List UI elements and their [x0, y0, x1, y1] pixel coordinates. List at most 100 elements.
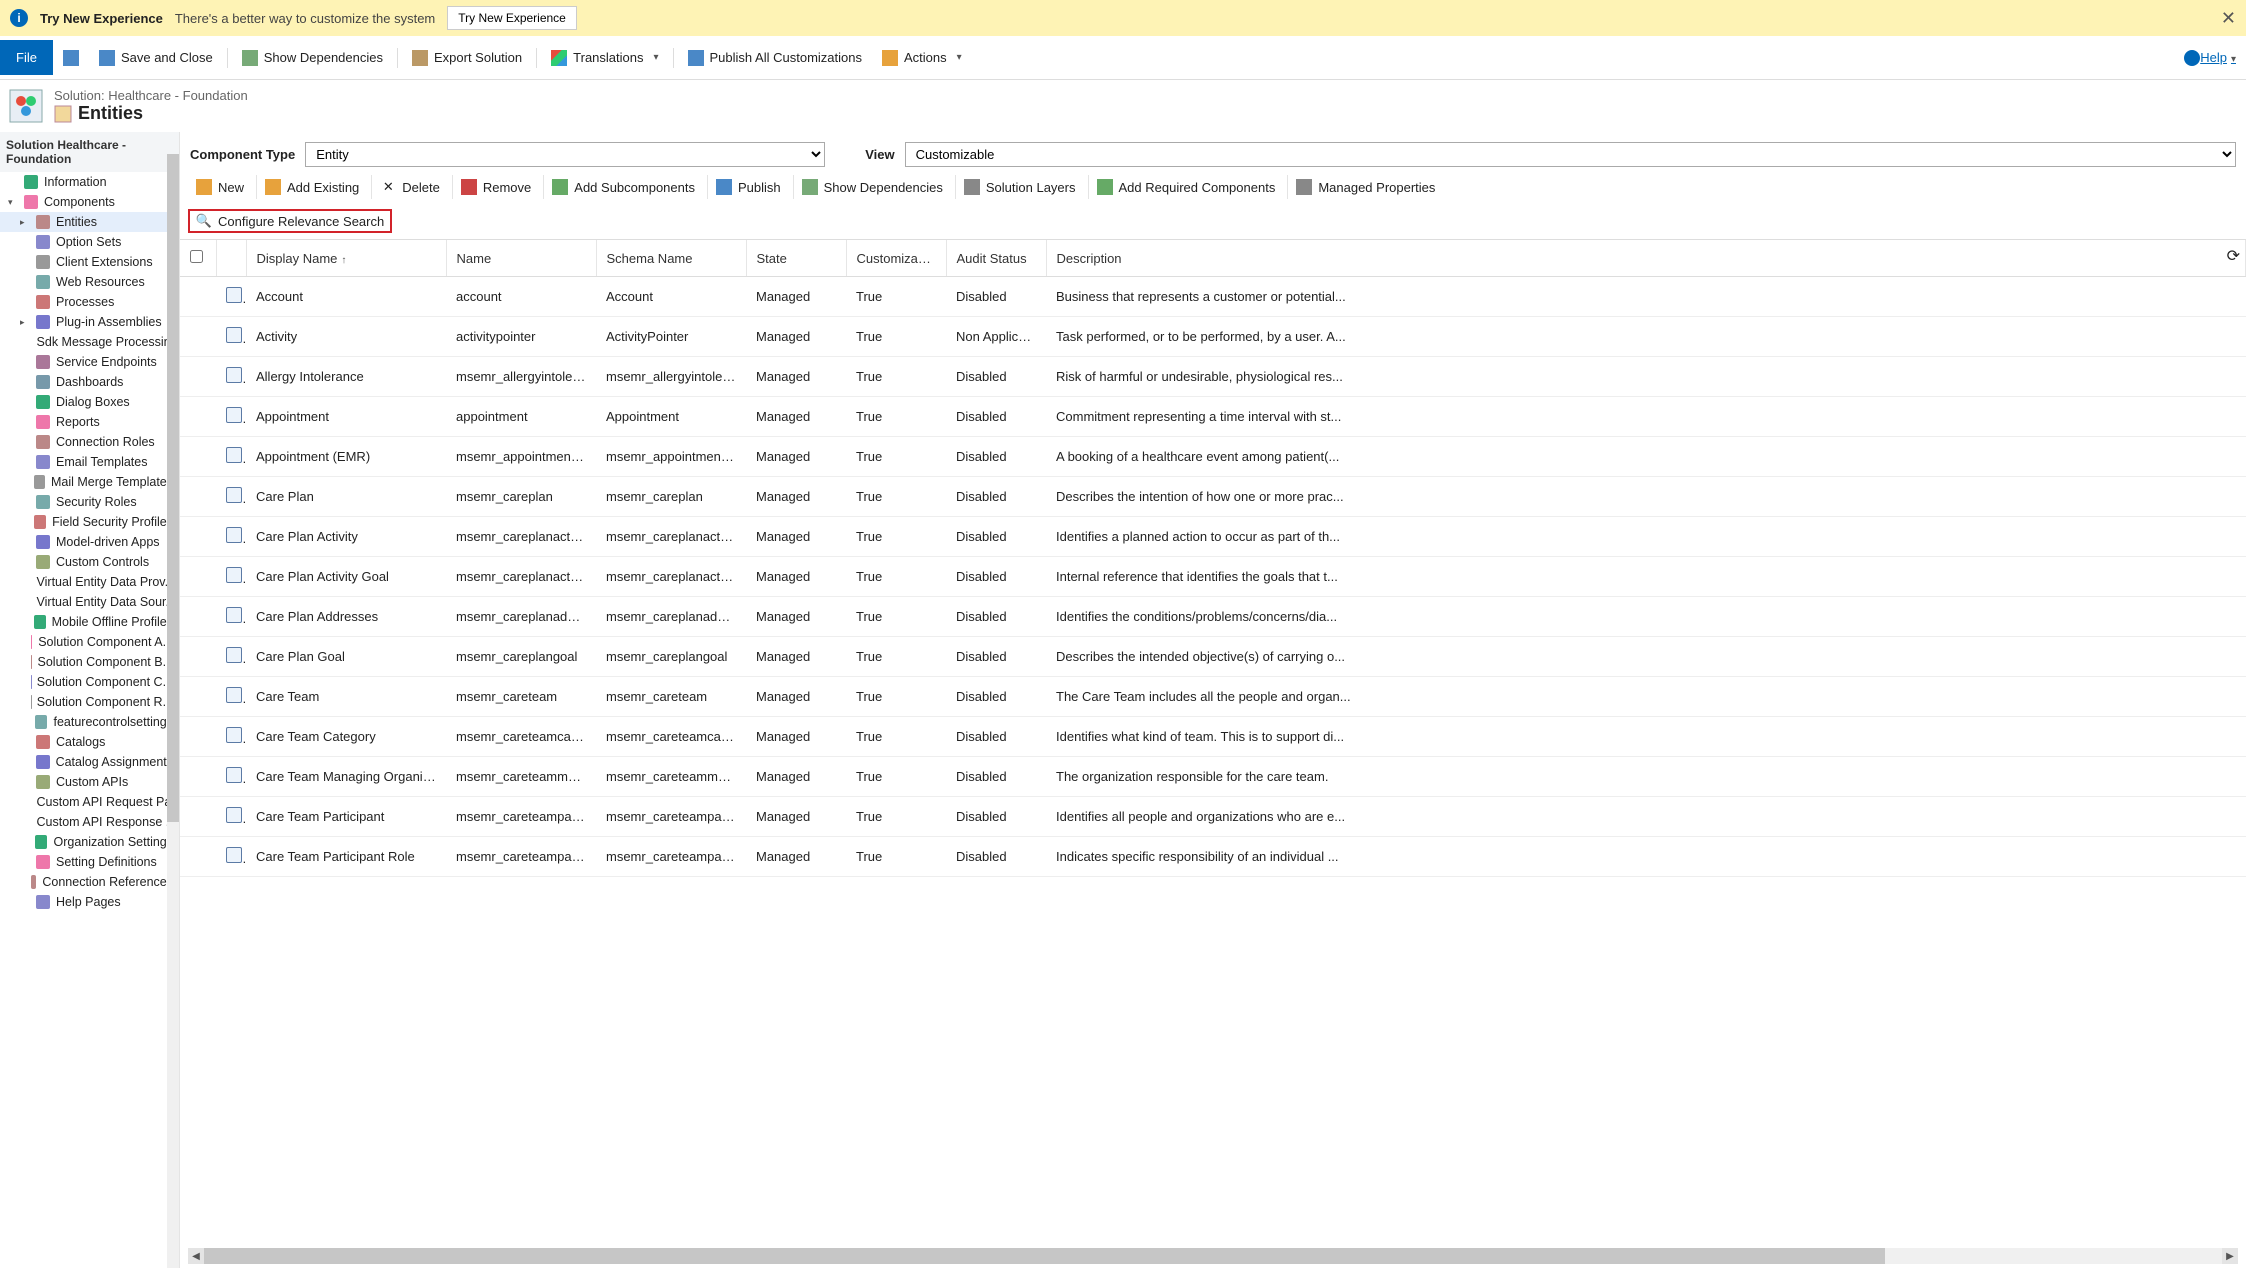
expand-icon[interactable]: ▸ — [20, 317, 30, 328]
row-checkbox[interactable] — [180, 397, 216, 437]
select-all-checkbox[interactable] — [180, 240, 216, 277]
tree-item[interactable]: ▸Dashboards — [0, 372, 179, 392]
column-state[interactable]: State — [746, 240, 846, 277]
row-checkbox[interactable] — [180, 477, 216, 517]
column-customizable[interactable]: Customizable... — [846, 240, 946, 277]
row-checkbox[interactable] — [180, 557, 216, 597]
tree-item[interactable]: ▸Custom API Response ... — [0, 812, 179, 832]
tree-item[interactable]: ▸Processes — [0, 292, 179, 312]
table-row[interactable]: Care Team Participant msemr_careteampart… — [180, 797, 2246, 837]
add-existing-button[interactable]: Add Existing — [256, 175, 367, 199]
delete-button[interactable]: ✕Delete — [371, 175, 448, 199]
table-row[interactable]: Care Plan Addresses msemr_careplanaddre.… — [180, 597, 2246, 637]
tree-item[interactable]: ▸Option Sets — [0, 232, 179, 252]
publish-all-button[interactable]: Publish All Customizations — [678, 46, 872, 70]
tree-item[interactable]: ▸Virtual Entity Data Sour... — [0, 592, 179, 612]
table-row[interactable]: Care Plan Goal msemr_careplangoal msemr_… — [180, 637, 2246, 677]
tree-item[interactable]: ▸Virtual Entity Data Prov... — [0, 572, 179, 592]
tree-item[interactable]: ▸Catalogs — [0, 732, 179, 752]
table-row[interactable]: Activity activitypointer ActivityPointer… — [180, 317, 2246, 357]
column-display-name[interactable]: Display Name↑ — [246, 240, 446, 277]
horizontal-scrollbar[interactable]: ◀ ▶ — [188, 1248, 2238, 1264]
row-checkbox[interactable] — [180, 597, 216, 637]
tree-item[interactable]: ▸Help Pages — [0, 892, 179, 912]
tree-item[interactable]: ▸Security Roles — [0, 492, 179, 512]
table-row[interactable]: Care Team msemr_careteam msemr_careteam … — [180, 677, 2246, 717]
table-row[interactable]: Care Plan Activity msemr_careplanactivit… — [180, 517, 2246, 557]
row-checkbox[interactable] — [180, 797, 216, 837]
sidebar-scrollbar[interactable] — [167, 154, 179, 1268]
tree-item[interactable]: ▸Plug-in Assemblies — [0, 312, 179, 332]
table-row[interactable]: Allergy Intolerance msemr_allergyintoler… — [180, 357, 2246, 397]
save-and-close-button[interactable]: Save and Close — [89, 46, 223, 70]
tree-item[interactable]: ▸Solution Component A... — [0, 632, 179, 652]
tree-item[interactable]: ▸Custom APIs — [0, 772, 179, 792]
try-new-experience-button[interactable]: Try New Experience — [447, 6, 577, 30]
table-row[interactable]: Care Team Category msemr_careteamcateg..… — [180, 717, 2246, 757]
tree-item[interactable]: ▸Service Endpoints — [0, 352, 179, 372]
close-icon[interactable]: ✕ — [2221, 8, 2236, 29]
tree-item[interactable]: ▸Web Resources — [0, 272, 179, 292]
tree-item[interactable]: ▸Reports — [0, 412, 179, 432]
tree-item[interactable]: ▸Entities — [0, 212, 179, 232]
table-row[interactable]: Care Plan msemr_careplan msemr_careplan … — [180, 477, 2246, 517]
table-row[interactable]: Care Team Managing Organiza... msemr_car… — [180, 757, 2246, 797]
row-checkbox[interactable] — [180, 517, 216, 557]
table-row[interactable]: Care Team Participant Role msemr_caretea… — [180, 837, 2246, 877]
row-checkbox[interactable] — [180, 317, 216, 357]
row-checkbox[interactable] — [180, 717, 216, 757]
tree-item[interactable]: ▾Components — [0, 192, 179, 212]
column-schema-name[interactable]: Schema Name — [596, 240, 746, 277]
help-link[interactable]: Help — [2200, 50, 2236, 65]
scroll-right-icon[interactable]: ▶ — [2222, 1248, 2238, 1264]
tree-item[interactable]: ▸featurecontrolsettings — [0, 712, 179, 732]
row-checkbox[interactable] — [180, 277, 216, 317]
add-required-components-button[interactable]: Add Required Components — [1088, 175, 1284, 199]
tree-item[interactable]: ▸Setting Definitions — [0, 852, 179, 872]
tree-item[interactable]: ▸Model-driven Apps — [0, 532, 179, 552]
tree-item[interactable]: ▸Email Templates — [0, 452, 179, 472]
column-name[interactable]: Name — [446, 240, 596, 277]
tree-item[interactable]: ▸Solution Component C... — [0, 672, 179, 692]
row-checkbox[interactable] — [180, 357, 216, 397]
export-solution-button[interactable]: Export Solution — [402, 46, 532, 70]
tree-item[interactable]: ▸Connection References — [0, 872, 179, 892]
table-row[interactable]: Appointment (EMR) msemr_appointmente... … — [180, 437, 2246, 477]
tree-item[interactable]: ▸Catalog Assignments — [0, 752, 179, 772]
actions-dropdown[interactable]: Actions — [872, 46, 972, 70]
refresh-icon[interactable]: ⟳ — [2227, 246, 2240, 266]
tree-item[interactable]: ▸Sdk Message Processin... — [0, 332, 179, 352]
tree-item[interactable]: ▸Solution Component R... — [0, 692, 179, 712]
managed-properties-button[interactable]: Managed Properties — [1287, 175, 1443, 199]
table-row[interactable]: Appointment appointment Appointment Mana… — [180, 397, 2246, 437]
save-button[interactable] — [53, 46, 89, 70]
show-dependencies-ribbon-button[interactable]: Show Dependencies — [232, 46, 393, 70]
row-checkbox[interactable] — [180, 437, 216, 477]
row-checkbox[interactable] — [180, 837, 216, 877]
row-checkbox[interactable] — [180, 637, 216, 677]
add-subcomponents-button[interactable]: Add Subcomponents — [543, 175, 703, 199]
tree-item[interactable]: ▸Dialog Boxes — [0, 392, 179, 412]
show-dependencies-button[interactable]: Show Dependencies — [793, 175, 951, 199]
column-description[interactable]: Description — [1046, 240, 2246, 277]
tree-item[interactable]: ▸Client Extensions — [0, 252, 179, 272]
expand-icon[interactable]: ▾ — [8, 197, 18, 208]
view-select[interactable]: Customizable — [905, 142, 2236, 167]
file-menu-button[interactable]: File — [0, 40, 53, 75]
component-type-select[interactable]: Entity — [305, 142, 825, 167]
tree-item[interactable]: ▸Solution Component B... — [0, 652, 179, 672]
tree-item[interactable]: ▸Mobile Offline Profiles — [0, 612, 179, 632]
expand-icon[interactable]: ▸ — [20, 217, 30, 228]
row-checkbox[interactable] — [180, 677, 216, 717]
tree-item[interactable]: ▸Custom Controls — [0, 552, 179, 572]
tree-item[interactable]: ▸Custom API Request Pa... — [0, 792, 179, 812]
table-row[interactable]: Care Plan Activity Goal msemr_careplanac… — [180, 557, 2246, 597]
table-row[interactable]: Account account Account Managed True Dis… — [180, 277, 2246, 317]
column-audit-status[interactable]: Audit Status — [946, 240, 1046, 277]
tree-item[interactable]: ▸Mail Merge Templates — [0, 472, 179, 492]
tree-item[interactable]: ▸Connection Roles — [0, 432, 179, 452]
solution-layers-button[interactable]: Solution Layers — [955, 175, 1084, 199]
configure-relevance-search-button[interactable]: 🔍Configure Relevance Search — [188, 209, 392, 233]
remove-button[interactable]: Remove — [452, 175, 539, 199]
tree-item[interactable]: ▸Organization Settings — [0, 832, 179, 852]
